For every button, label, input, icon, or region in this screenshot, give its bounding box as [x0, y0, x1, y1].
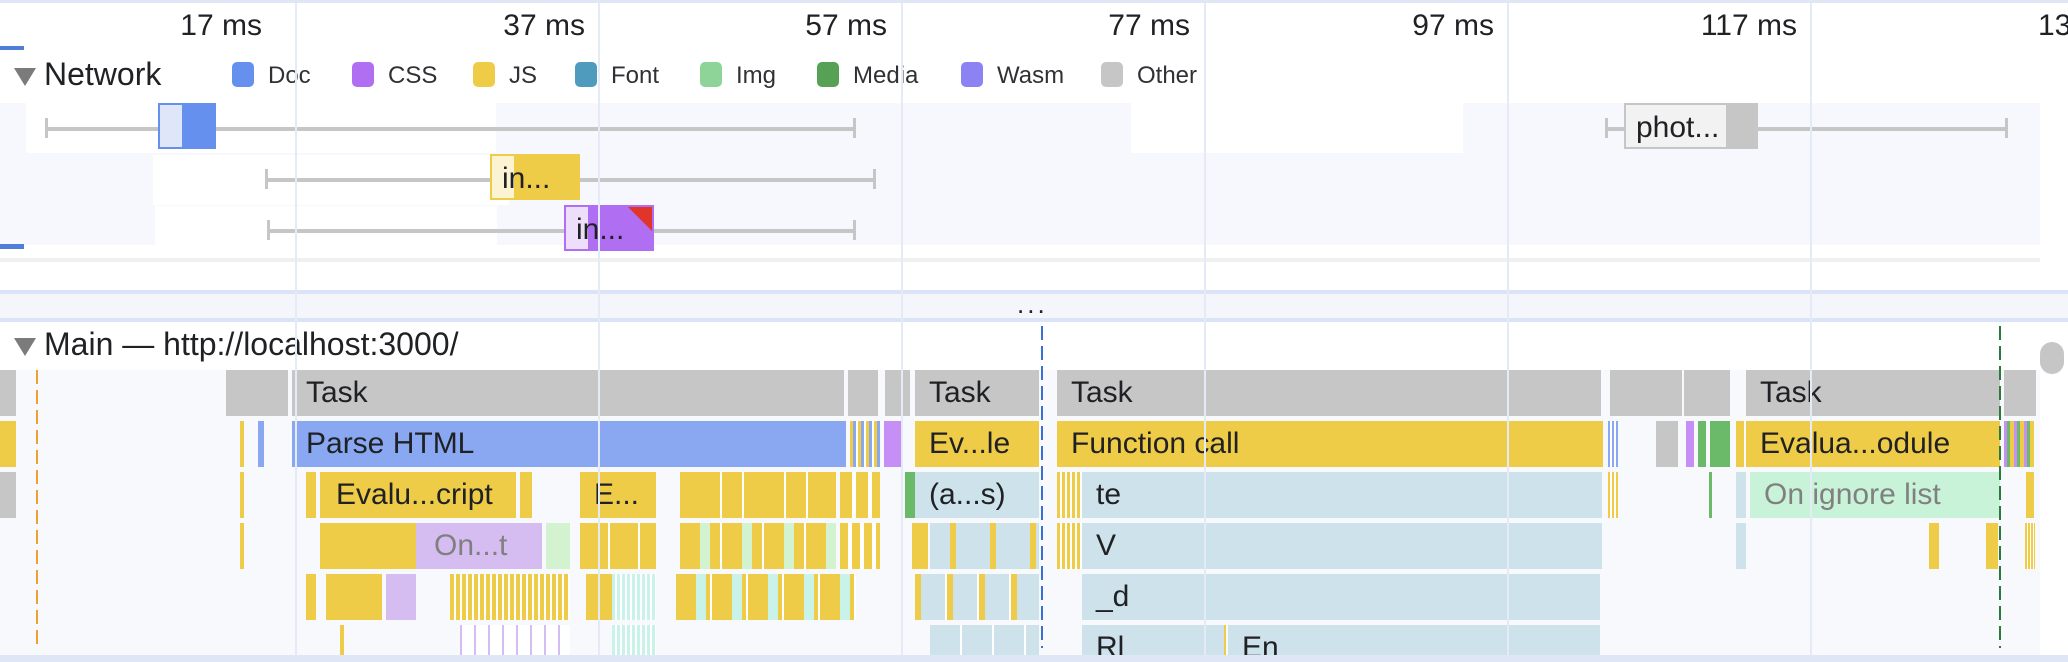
legend-font: Font [575, 62, 659, 90]
whisker-cap [265, 169, 268, 189]
legend-css: CSS [352, 62, 437, 90]
main-track-title: Main — http://localhost:3000/ [44, 326, 459, 362]
panel-bottom-border [0, 655, 2068, 662]
ruler-tick: 17 ms [180, 9, 262, 42]
request-label: phot... [1636, 111, 1720, 144]
legend-media: Media [817, 62, 918, 90]
ruler-tick: 77 ms [1108, 9, 1190, 42]
network-row [1131, 103, 1463, 153]
request-whisker [1606, 127, 1626, 131]
network-request-css[interactable]: in... [564, 205, 654, 251]
whisker-cap [2005, 118, 2008, 138]
img-swatch-icon [700, 62, 722, 87]
request-label: in... [576, 213, 625, 246]
whisker-cap [267, 220, 270, 240]
whisker-cap [1605, 118, 1608, 138]
whisker-cap [45, 118, 48, 138]
whisker-cap [873, 169, 876, 189]
media-swatch-icon [817, 62, 839, 87]
whisker-cap [853, 220, 856, 240]
network-request-other[interactable]: phot... [1624, 103, 1758, 149]
ruler-tick: 117 ms [1700, 9, 1797, 42]
network-track-header[interactable]: Network [14, 56, 161, 93]
wasm-swatch-icon [961, 62, 983, 87]
time-ruler[interactable]: 17 ms 37 ms 57 ms 77 ms 97 ms 117 ms 137 [0, 0, 2068, 44]
ruler-tick: 97 ms [1412, 9, 1494, 42]
font-swatch-icon [575, 62, 597, 87]
collapse-triangle-icon[interactable] [14, 67, 36, 86]
track-selection-marker [0, 244, 24, 249]
vertical-scrollbar-thumb[interactable] [2040, 342, 2064, 374]
main-track-header[interactable]: Main — http://localhost:3000/ [14, 326, 458, 363]
legend-doc: Doc [232, 62, 311, 90]
request-whisker [268, 229, 854, 233]
legend-img: Img [700, 62, 776, 90]
legend-wasm: Wasm [961, 62, 1064, 90]
ruler-tick: 137 [2037, 9, 2068, 42]
collapse-triangle-icon[interactable] [14, 337, 36, 356]
more-dots-icon[interactable]: ... [1017, 291, 1048, 317]
network-request-js[interactable]: in... [490, 154, 580, 200]
network-request-doc[interactable] [158, 103, 216, 149]
doc-swatch-icon [232, 62, 254, 87]
ruler-tick: 57 ms [805, 9, 887, 42]
network-title: Network [44, 56, 162, 92]
legend-other: Other [1101, 62, 1197, 90]
whisker-cap [853, 118, 856, 138]
other-swatch-icon [1101, 62, 1123, 87]
request-label: in... [502, 162, 551, 195]
flame-chart[interactable] [0, 370, 2040, 655]
css-swatch-icon [352, 62, 374, 87]
ruler-tick: 37 ms [503, 9, 585, 42]
network-track-bottom [0, 258, 2040, 262]
legend-js: JS [473, 62, 537, 90]
js-swatch-icon [473, 62, 495, 87]
render-blocking-icon [628, 207, 652, 231]
track-selection-marker [0, 46, 24, 50]
